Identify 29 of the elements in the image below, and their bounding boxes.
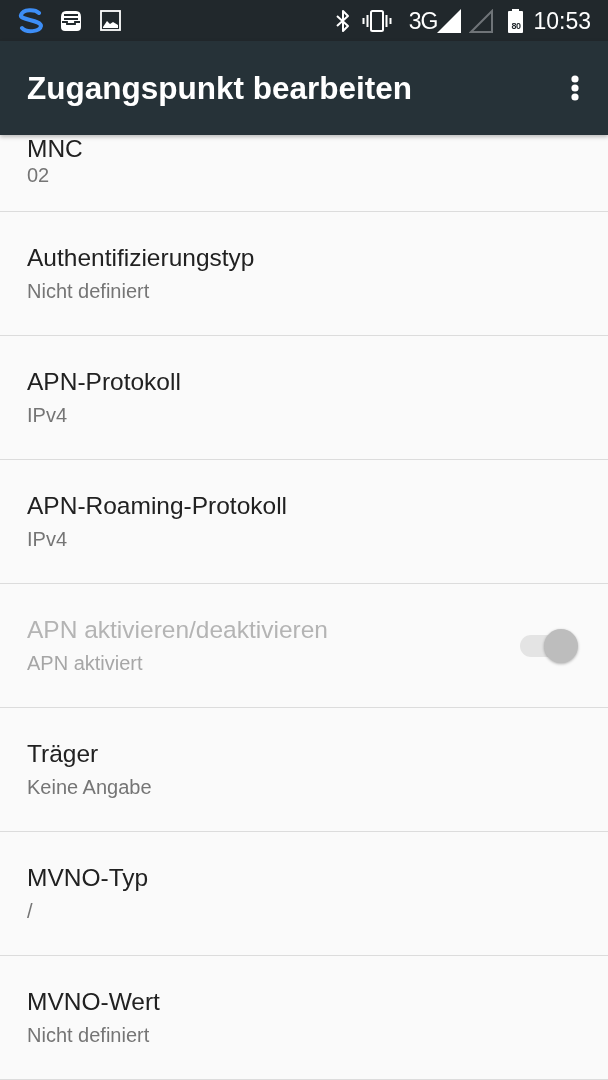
clock-time: 10:53 xyxy=(533,6,591,35)
setting-title: APN-Roaming-Protokoll xyxy=(27,491,289,521)
setting-title: Träger xyxy=(27,739,100,769)
no-signal-icon xyxy=(469,8,494,33)
setting-title: Authentifizierungstyp xyxy=(27,243,256,273)
setting-title: MVNO-Wert xyxy=(27,987,161,1017)
setting-title: MNC xyxy=(27,136,84,162)
setting-value: IPv4 xyxy=(27,403,69,428)
setting-value: 02 xyxy=(27,163,51,188)
tray-icon xyxy=(58,8,84,33)
s-logo-icon xyxy=(17,7,45,34)
more-options-icon xyxy=(571,75,579,101)
more-options-button[interactable] xyxy=(568,73,582,103)
setting-title: APN aktivieren/deaktivieren xyxy=(27,615,329,645)
setting-title: APN-Protokoll xyxy=(27,367,182,397)
image-icon xyxy=(100,10,121,31)
app-bar-title: Zugangspunkt bearbeiten xyxy=(27,69,414,107)
setting-value: IPv4 xyxy=(27,527,69,552)
setting-value: / xyxy=(27,899,34,924)
setting-title: MVNO-Typ xyxy=(27,863,150,893)
setting-value: Nicht definiert xyxy=(27,279,151,304)
network-type-label: 3G xyxy=(408,6,438,35)
signal-strength-icon xyxy=(437,8,462,33)
setting-value: Keine Angabe xyxy=(27,775,153,800)
battery-indicator: 80 xyxy=(508,10,524,33)
vibrate-icon xyxy=(361,9,392,32)
bluetooth-icon xyxy=(335,8,350,33)
setting-value: APN aktiviert xyxy=(27,651,144,676)
setting-value: Nicht definiert xyxy=(27,1023,151,1048)
